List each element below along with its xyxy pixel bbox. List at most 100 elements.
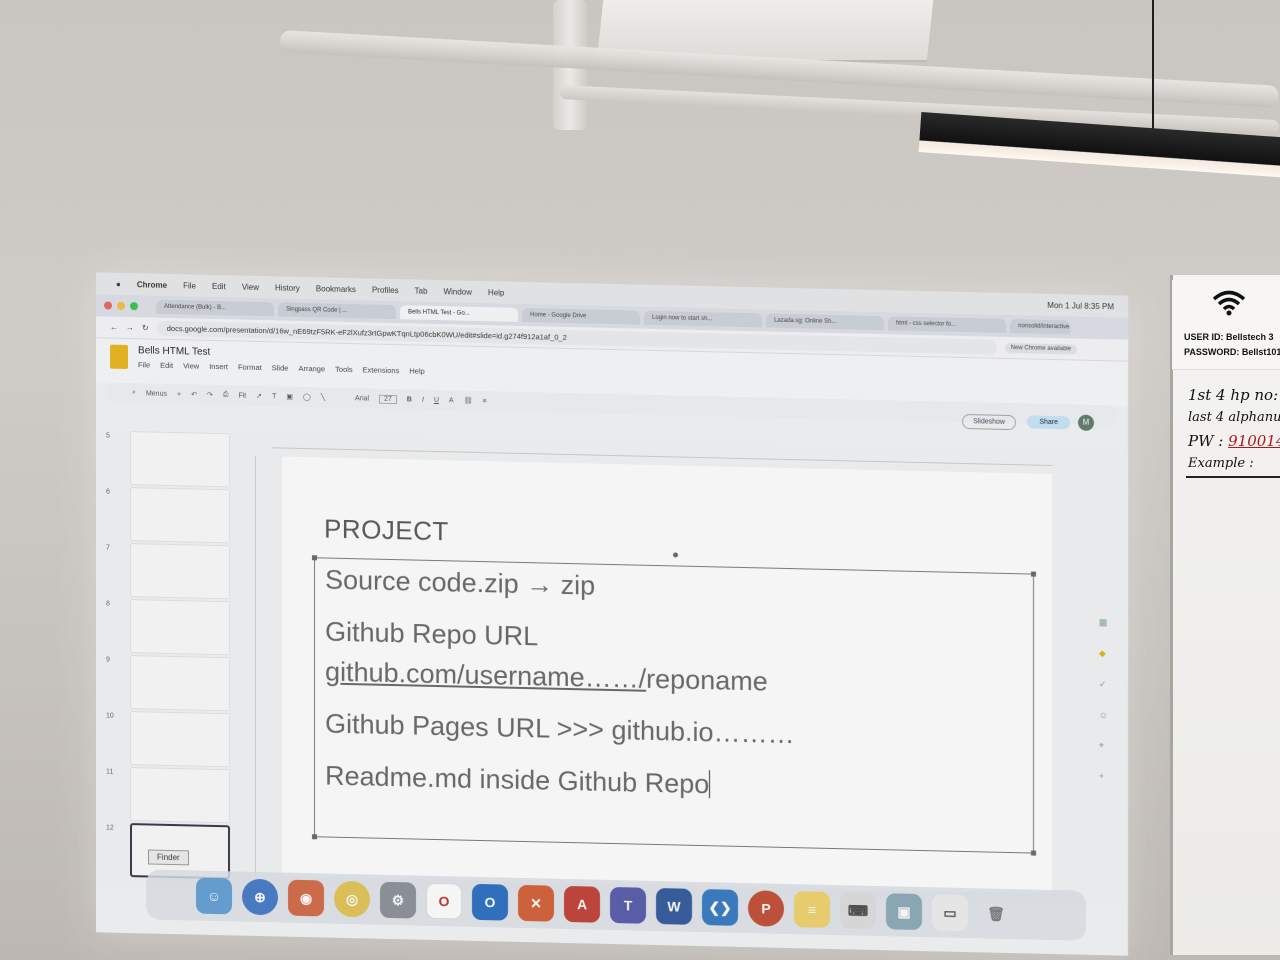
- tab-lazada[interactable]: Lazada.sg: Online Sh...: [766, 313, 884, 331]
- repo-url-link[interactable]: github.com/username……/: [325, 656, 646, 693]
- outlook-icon[interactable]: O: [472, 883, 508, 921]
- close-window-button[interactable]: [104, 301, 112, 310]
- tab-singpass[interactable]: Singpass QR Code | ...: [278, 302, 396, 320]
- acrobat-icon[interactable]: A: [564, 885, 600, 923]
- apple-icon[interactable]: ●: [116, 279, 121, 288]
- slide-title[interactable]: PROJECT: [324, 513, 449, 547]
- docs-menu-tools[interactable]: Tools: [335, 365, 353, 374]
- align-icon[interactable]: ≡: [482, 398, 486, 405]
- slide-thumbnail-7[interactable]: [130, 543, 230, 600]
- docs-menu-file[interactable]: File: [138, 360, 150, 369]
- zoom-fit[interactable]: Fit: [238, 392, 246, 399]
- docs-menu-arrange[interactable]: Arrange: [298, 364, 325, 374]
- line-icon[interactable]: ╲: [321, 393, 325, 401]
- link-icon[interactable]: ⛓: [464, 397, 473, 405]
- system-settings-icon[interactable]: ⚙: [380, 881, 416, 919]
- textbox-icon[interactable]: T: [272, 393, 276, 400]
- menu-window[interactable]: Window: [443, 287, 471, 297]
- menu-chrome[interactable]: Chrome: [137, 280, 167, 290]
- document-title[interactable]: Bells HTML Test: [138, 345, 425, 363]
- resize-handle-bl[interactable]: [312, 834, 317, 840]
- docs-menu-format[interactable]: Format: [238, 363, 262, 373]
- image-icon[interactable]: ▣: [286, 393, 293, 401]
- preview-icon[interactable]: ▭: [932, 894, 968, 932]
- maps-icon[interactable]: ⌖: [1099, 740, 1108, 751]
- search-menus-label[interactable]: Menus: [146, 390, 167, 397]
- select-icon[interactable]: ➚: [256, 392, 262, 400]
- menu-edit[interactable]: Edit: [212, 281, 226, 290]
- avatar[interactable]: M: [1078, 414, 1094, 431]
- menu-file[interactable]: File: [183, 281, 196, 290]
- opera-icon[interactable]: O: [426, 882, 462, 920]
- menu-profiles[interactable]: Profiles: [372, 285, 399, 295]
- underline-icon[interactable]: U: [434, 396, 439, 403]
- vscode-icon[interactable]: ❮❯: [702, 889, 738, 926]
- slide-thumbnail-8[interactable]: [130, 599, 230, 656]
- share-button[interactable]: Share: [1027, 415, 1070, 430]
- trash-icon[interactable]: 🗑: [978, 895, 1014, 932]
- resize-handle-tl[interactable]: [312, 555, 317, 561]
- tab-github[interactable]: nonsolid/interactive...: [1010, 319, 1070, 335]
- resize-handle-br[interactable]: [1031, 850, 1036, 856]
- tab-attendance[interactable]: Attendance (Bulk) - B...: [156, 299, 274, 317]
- rotate-handle[interactable]: [673, 552, 678, 558]
- finder-icon[interactable]: ☺: [196, 877, 232, 915]
- forward-icon[interactable]: →: [126, 323, 134, 332]
- new-chrome-available[interactable]: New Chrome available: [1004, 342, 1078, 355]
- docs-menu-edit[interactable]: Edit: [160, 361, 173, 370]
- slide-thumbnail-5[interactable]: [130, 431, 230, 488]
- maximize-window-button[interactable]: [130, 302, 138, 311]
- calendar-icon[interactable]: ▦: [1099, 617, 1108, 628]
- tab-css-selector[interactable]: html - css selector fo...: [888, 316, 1006, 333]
- docs-menu-extensions[interactable]: Extensions: [363, 365, 400, 375]
- powerpoint-icon[interactable]: P: [748, 890, 784, 927]
- text-color-icon[interactable]: A: [449, 397, 454, 404]
- menu-view[interactable]: View: [242, 282, 259, 291]
- reload-icon[interactable]: ↻: [142, 323, 149, 332]
- italic-icon[interactable]: I: [422, 396, 424, 403]
- contacts-icon[interactable]: ☺: [1099, 710, 1108, 720]
- keep-icon[interactable]: ◆: [1099, 648, 1108, 659]
- chrome-icon[interactable]: ◎: [334, 880, 370, 918]
- minimize-window-button[interactable]: [117, 301, 125, 310]
- slide-thumbnail-11[interactable]: [130, 767, 230, 824]
- slide-thumbnail-10[interactable]: [130, 711, 230, 768]
- redo-icon[interactable]: ↷: [207, 391, 213, 399]
- menu-tab[interactable]: Tab: [415, 286, 428, 295]
- menu-help[interactable]: Help: [488, 288, 504, 297]
- print-icon[interactable]: ⎙: [223, 391, 229, 399]
- notes-icon[interactable]: ≡: [794, 891, 830, 928]
- back-icon[interactable]: ←: [110, 323, 118, 332]
- remote-desktop-icon[interactable]: ✕: [518, 884, 554, 922]
- resize-handle-tr[interactable]: [1031, 571, 1036, 577]
- slide-textbox[interactable]: Source code.zip → zip Github Repo URL gi…: [312, 552, 1036, 856]
- shape-icon[interactable]: ◯: [303, 393, 311, 401]
- font-size-input[interactable]: 27: [379, 394, 397, 404]
- menu-history[interactable]: History: [275, 283, 300, 293]
- slide-thumbnail-9[interactable]: [130, 655, 230, 712]
- screenshot-icon[interactable]: ▣: [886, 893, 922, 931]
- slide-canvas[interactable]: PROJECT Source code.zip → zip Github Rep…: [282, 456, 1052, 894]
- teams-icon[interactable]: T: [610, 886, 646, 924]
- slides-logo-icon[interactable]: [110, 344, 128, 370]
- slideshow-button[interactable]: Slideshow: [962, 413, 1016, 431]
- add-addon-icon[interactable]: +: [1099, 771, 1108, 781]
- bold-icon[interactable]: B: [407, 396, 412, 403]
- docs-menu-help[interactable]: Help: [409, 366, 424, 375]
- docs-menu-view[interactable]: View: [183, 361, 199, 370]
- word-icon[interactable]: W: [656, 887, 692, 925]
- undo-icon[interactable]: ↶: [191, 390, 197, 398]
- tab-login[interactable]: Login now to start sh...: [644, 310, 762, 328]
- tasks-icon[interactable]: ✓: [1099, 679, 1108, 690]
- docs-menu-slide[interactable]: Slide: [272, 363, 289, 372]
- keyboard-icon[interactable]: ⌨: [840, 892, 876, 929]
- tab-bells-html-test[interactable]: Bells HTML Test - Go...: [400, 305, 518, 322]
- safari-icon[interactable]: ⊕: [242, 878, 278, 916]
- docs-menu-insert[interactable]: Insert: [209, 362, 228, 371]
- search-menus-icon[interactable]: ⌕: [132, 389, 136, 397]
- font-select[interactable]: Arial: [355, 395, 369, 402]
- firefox-icon[interactable]: ◉: [288, 879, 324, 917]
- add-icon[interactable]: +: [177, 391, 181, 398]
- tab-google-drive[interactable]: Home - Google Drive: [522, 307, 640, 325]
- slide-thumbnail-6[interactable]: [130, 487, 230, 544]
